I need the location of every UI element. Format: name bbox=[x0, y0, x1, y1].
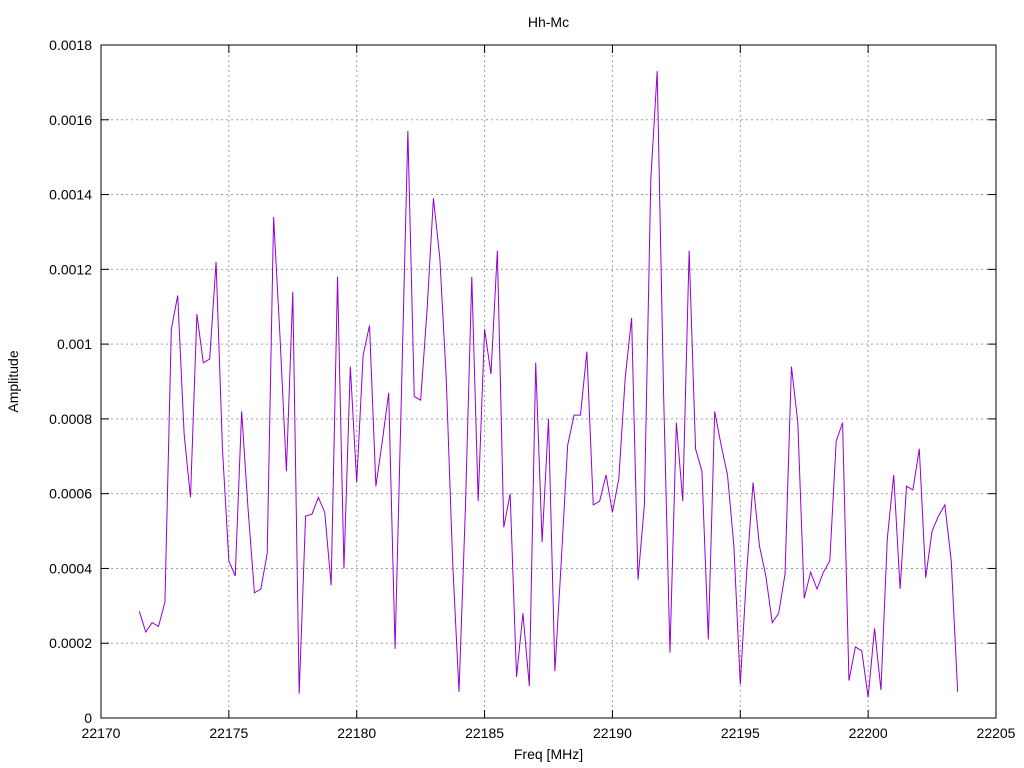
series-line-0 bbox=[138, 71, 959, 698]
x-tick-label: 22175 bbox=[209, 725, 248, 741]
y-tick-label: 0.0018 bbox=[49, 37, 92, 53]
chart: 0 0.0002 0.0004 0.0006 0.0008 0.001 0.0012 0.00… bbox=[5, 14, 1016, 762]
x-tick-label: 22170 bbox=[82, 725, 121, 741]
grid-lines bbox=[101, 45, 996, 718]
series-layer bbox=[138, 71, 959, 698]
y-tick-label: 0.0016 bbox=[49, 112, 92, 128]
x-tick-label: 22180 bbox=[337, 725, 376, 741]
y-tick-label: 0.0002 bbox=[49, 635, 92, 651]
y-tick-label: 0 bbox=[84, 710, 92, 726]
y-tick-label: 0.001 bbox=[57, 336, 92, 352]
x-tick-label: 22195 bbox=[721, 725, 760, 741]
y-tick-label: 0.0006 bbox=[49, 486, 92, 502]
y-tick-label: 0.0012 bbox=[49, 261, 92, 277]
y-axis-label: Amplitude bbox=[5, 350, 21, 412]
chart-title: Hh-Mc bbox=[528, 14, 569, 30]
axis-ticks bbox=[100, 44, 997, 719]
x-axis-label: Freq [MHz] bbox=[514, 746, 583, 762]
y-tick-labels: 0 0.0002 0.0004 0.0006 0.0008 0.001 0.0012 0.00… bbox=[49, 37, 92, 726]
x-tick-label: 22185 bbox=[465, 725, 504, 741]
x-tick-label: 22205 bbox=[977, 725, 1016, 741]
y-tick-label: 0.0008 bbox=[49, 411, 92, 427]
y-tick-label: 0.0014 bbox=[49, 187, 92, 203]
plot-frame bbox=[100, 44, 997, 719]
x-tick-labels: 22170 22175 22180 22185 22190 22195 22200 22205 bbox=[82, 725, 1016, 741]
x-tick-label: 22200 bbox=[849, 725, 888, 741]
y-tick-label: 0.0004 bbox=[49, 560, 92, 576]
x-tick-label: 22190 bbox=[593, 725, 632, 741]
